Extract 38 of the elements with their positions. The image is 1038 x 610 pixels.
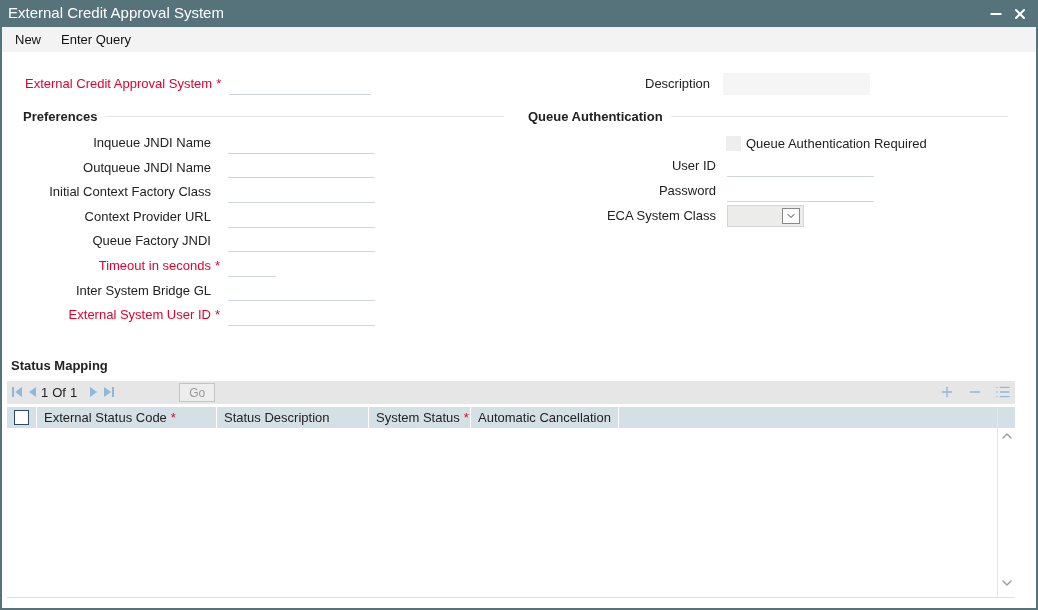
field-label: Password (657, 181, 716, 200)
required-mark: * (170, 408, 176, 427)
page-total: 1 (69, 383, 78, 402)
field-label: Context Provider URL (84, 207, 211, 226)
toolbar-button[interactable]: Enter Query (61, 29, 132, 50)
previous-page-icon[interactable] (27, 386, 37, 399)
checkbox-label: Queue Authentication Required (746, 134, 927, 153)
required-mark: * (216, 75, 222, 94)
field-label: User ID (670, 156, 716, 175)
last-page-icon[interactable] (103, 386, 116, 399)
section-heading: Queue Authentication (528, 108, 663, 126)
field-label: Queue Factory JNDI (92, 232, 211, 251)
required-mark: * (214, 306, 220, 325)
field-label: External Credit Approval System (25, 75, 213, 94)
field-label: Inqueue JNDI Name (93, 134, 211, 153)
section-heading: Preferences (23, 108, 98, 126)
field-label: External System User ID (68, 306, 211, 325)
column-header: Automatic Cancellation (478, 408, 611, 427)
select-all-checkbox[interactable] (14, 409, 29, 425)
toolbar-button[interactable]: New (15, 29, 41, 50)
first-page-icon[interactable] (11, 386, 23, 399)
window-title: External Credit Approval System (8, 3, 224, 24)
dropdown[interactable] (727, 204, 804, 227)
section-heading: Status Mapping (11, 357, 109, 376)
column-header: System Status (376, 408, 460, 427)
required-mark: * (463, 408, 469, 427)
field-label: Inter System Bridge GL (75, 281, 211, 300)
field-label: ECA System Class (605, 206, 716, 225)
field-label: Description (645, 75, 711, 94)
column-header: External Status Code (44, 408, 167, 427)
field-label: Timeout in seconds (98, 257, 211, 275)
page-of-label: Of (52, 383, 66, 402)
field-label: Initial Context Factory Class (49, 183, 211, 202)
field-label: Outqueue JNDI Name (83, 158, 211, 177)
page-number: 1 (41, 383, 49, 402)
column-header: Status Description (224, 408, 330, 427)
required-mark: * (214, 257, 220, 275)
scrollbar[interactable] (997, 406, 1015, 597)
